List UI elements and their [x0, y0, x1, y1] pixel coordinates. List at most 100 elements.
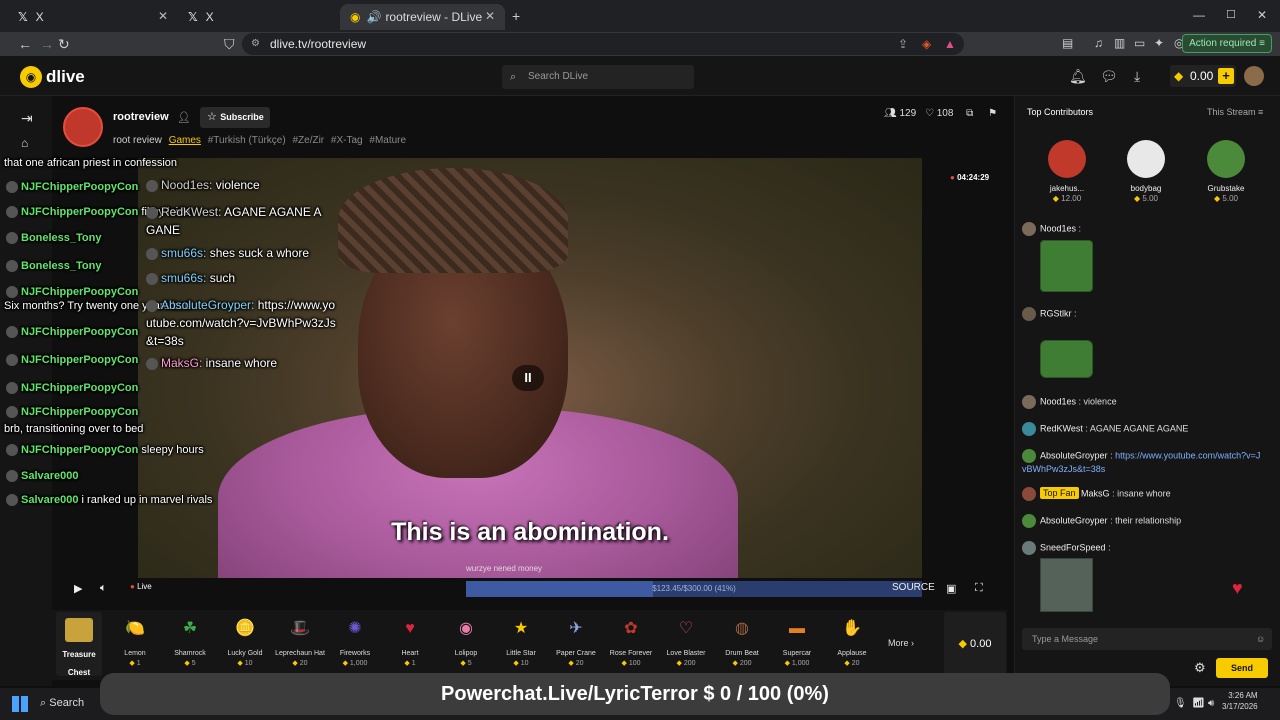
- wifi-icon[interactable]: 📶︎: [1192, 698, 1205, 709]
- avatar[interactable]: [1022, 422, 1036, 436]
- external-link-icon[interactable]: ⧉: [966, 108, 973, 119]
- gift-item[interactable]: ✿ Rose Forever ◆ 100: [605, 616, 657, 667]
- chat-username[interactable]: SneedForSpeed: [1040, 542, 1106, 552]
- windows-start-icon[interactable]: [12, 696, 28, 712]
- tag-link[interactable]: #Turkish (Türkçe): [208, 135, 286, 146]
- chat-bubble-icon[interactable]: 💬︎: [1100, 68, 1118, 85]
- reader-icon[interactable]: ▤: [1062, 36, 1073, 50]
- sidebar-icon[interactable]: ▥: [1114, 36, 1125, 50]
- chat-username[interactable]: AbsoluteGroyper: [1040, 450, 1108, 460]
- avatar[interactable]: [1022, 449, 1036, 463]
- gift-item[interactable]: ▬ Supercar ◆ 1,000: [771, 616, 823, 667]
- chat-username[interactable]: RedKWest: [1040, 423, 1083, 433]
- gift-item[interactable]: ♥ Heart ◆ 1: [384, 616, 436, 667]
- balance-button[interactable]: ◆ 0.00 +: [1170, 65, 1236, 87]
- browser-tab-1[interactable]: 𝕏 X ✕: [8, 4, 178, 30]
- chat-username[interactable]: Nood1es: [1040, 396, 1076, 406]
- treasure-chest-button[interactable]: Treasure Chest: [56, 612, 102, 677]
- maximize-icon[interactable]: ☐: [1226, 8, 1236, 21]
- contributor-item[interactable]: Grubstake ◆ 5.00: [1191, 140, 1261, 203]
- system-clock[interactable]: 3:26 AM 3/17/2026: [1222, 690, 1258, 712]
- action-required-button[interactable]: Action required ≡: [1182, 34, 1272, 53]
- expand-sidebar-icon[interactable]: ⇥: [21, 110, 33, 127]
- taskbar-search[interactable]: ⌕ Search: [40, 697, 84, 710]
- minimize-icon[interactable]: —: [1193, 8, 1205, 22]
- tag-link[interactable]: #Mature: [369, 135, 406, 146]
- close-window-icon[interactable]: ✕: [1257, 8, 1267, 22]
- leo-icon[interactable]: ✦: [1154, 36, 1164, 50]
- brave-shield-icon[interactable]: ◈: [922, 33, 931, 55]
- site-info-icon[interactable]: ⚙: [251, 33, 260, 55]
- user-icon[interactable]: 👤︎: [177, 111, 191, 124]
- category-link[interactable]: Games: [169, 135, 201, 146]
- search-input[interactable]: ⌕ Search DLive: [502, 65, 694, 89]
- user-avatar[interactable]: [1244, 66, 1264, 86]
- chat-input[interactable]: Type a Message ☺: [1022, 628, 1272, 650]
- contributor-item[interactable]: bodybag ◆ 5.00: [1111, 140, 1181, 203]
- tag-link[interactable]: #Ze/Zir: [292, 135, 324, 146]
- gift-item[interactable]: ★ Little Star ◆ 10: [495, 616, 547, 667]
- gift-item[interactable]: 🎩 Leprechaun Hat ◆ 20: [274, 616, 326, 667]
- theater-mode-icon[interactable]: ▣: [946, 582, 956, 595]
- url-field[interactable]: ⚙ dlive.tv/rootreview ⇪ ◈ ▲: [242, 33, 964, 55]
- music-icon[interactable]: ♫: [1094, 36, 1103, 50]
- volume-icon[interactable]: 🔈︎: [100, 582, 107, 595]
- brave-rewards-icon[interactable]: ▲: [944, 33, 956, 55]
- gift-item[interactable]: ♡ Love Blaster ◆ 200: [660, 616, 712, 667]
- this-stream-selector[interactable]: This Stream ≡: [1207, 107, 1263, 117]
- gift-item[interactable]: ◍ Drum Beat ◆ 200: [716, 616, 768, 667]
- mic-icon[interactable]: 🎙︎: [1174, 698, 1187, 709]
- chat-username[interactable]: MaksG: [1081, 488, 1110, 498]
- streamer-avatar[interactable]: [63, 107, 103, 147]
- avatar[interactable]: [1022, 487, 1036, 501]
- browser-tab-active[interactable]: ◉ 🔊 rootreview - DLive ✕: [340, 4, 505, 30]
- new-tab-icon[interactable]: +: [512, 8, 520, 24]
- avatar[interactable]: [1022, 395, 1036, 409]
- chat-username[interactable]: Nood1es: [1040, 223, 1076, 233]
- volume-icon[interactable]: 🔊︎: [1208, 698, 1214, 709]
- back-icon[interactable]: ←: [18, 36, 32, 52]
- gift-item[interactable]: ✋ Applause ◆ 20: [826, 616, 878, 667]
- share-icon[interactable]: ⇪: [898, 33, 908, 55]
- send-button[interactable]: Send: [1216, 658, 1268, 678]
- more-gifts-button[interactable]: More ›: [888, 638, 914, 648]
- bell-icon[interactable]: 🔔︎: [1069, 68, 1087, 85]
- close-icon[interactable]: ✕: [485, 9, 495, 23]
- forward-icon[interactable]: →: [40, 36, 54, 52]
- avatar[interactable]: [1022, 222, 1036, 236]
- wallet-icon[interactable]: ▭: [1134, 36, 1145, 50]
- add-funds-button[interactable]: +: [1218, 68, 1234, 84]
- gift-item[interactable]: 🪙 Lucky Gold ◆ 10: [219, 616, 271, 667]
- streamer-name[interactable]: rootreview: [113, 111, 169, 123]
- gift-item[interactable]: ✺ Fireworks ◆ 1,000: [329, 616, 381, 667]
- dlive-logo-icon[interactable]: ◉: [20, 66, 42, 88]
- heart-icon[interactable]: ♡: [925, 108, 934, 119]
- bookmark-icon[interactable]: ⛉: [224, 36, 235, 53]
- gift-item[interactable]: ◉ Lolipop ◆ 5: [440, 616, 492, 667]
- avatar[interactable]: [1022, 514, 1036, 528]
- avatar[interactable]: [1022, 307, 1036, 321]
- emoji-icon[interactable]: ☺: [1256, 628, 1265, 650]
- contributor-item[interactable]: jakehus... ◆ 12.00: [1032, 140, 1102, 203]
- close-icon[interactable]: ✕: [158, 9, 168, 23]
- chat-username[interactable]: AbsoluteGroyper: [1040, 515, 1108, 525]
- reload-icon[interactable]: ↻: [58, 36, 70, 53]
- gift-item[interactable]: 🍋 Lemon ◆ 1: [109, 616, 161, 667]
- logo-text[interactable]: dlive: [46, 67, 85, 87]
- chat-username[interactable]: RGStlkr: [1040, 308, 1072, 318]
- browser-tab-2[interactable]: 𝕏 X: [178, 4, 338, 30]
- gift-item[interactable]: ✈ Paper Crane ◆ 20: [550, 616, 602, 667]
- avatar[interactable]: [1022, 541, 1036, 555]
- pause-button[interactable]: II: [512, 365, 544, 391]
- flag-icon[interactable]: ⚑: [988, 108, 997, 119]
- home-icon[interactable]: ⌂: [21, 136, 28, 150]
- gear-icon[interactable]: ⚙: [1194, 660, 1206, 676]
- tag-link[interactable]: #X-Tag: [331, 135, 363, 146]
- play-icon[interactable]: ▶: [74, 582, 82, 595]
- subscribe-button[interactable]: ☆ Subscribe: [200, 107, 270, 128]
- download-icon[interactable]: ⤓: [1134, 68, 1140, 85]
- gift-item[interactable]: ☘ Shamrock ◆ 5: [164, 616, 216, 667]
- heart-reaction-icon[interactable]: ♥: [1232, 578, 1243, 599]
- fullscreen-icon[interactable]: ⛶: [975, 582, 983, 595]
- quality-button[interactable]: SOURCE: [892, 582, 935, 593]
